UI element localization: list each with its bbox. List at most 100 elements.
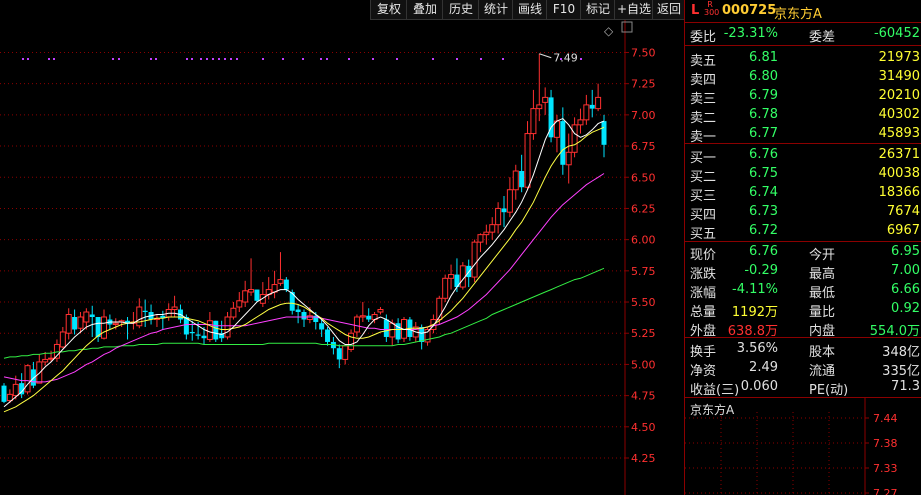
candle-body-up	[442, 277, 449, 299]
candle-body-up	[565, 151, 572, 166]
event-marker	[48, 58, 50, 60]
buy-row-2-val1: 6.75	[749, 166, 778, 181]
candle-body-up	[101, 316, 107, 339]
stat-row-4-val2: 554.0万	[869, 324, 920, 339]
candle-body-down	[19, 383, 25, 395]
event-marker	[348, 58, 350, 60]
candle-body-down	[589, 104, 595, 109]
r300-badge: R 300	[704, 0, 720, 17]
event-marker	[302, 58, 304, 60]
candle-body-up	[48, 357, 55, 360]
candle-body-down	[1, 385, 7, 402]
back-button[interactable]: 返回	[652, 0, 685, 20]
event-marker	[224, 58, 226, 60]
stat-row-4-val1: 638.8万	[727, 324, 778, 339]
candle-body-up	[471, 241, 478, 278]
buy-row-5-lab: 买五	[690, 227, 717, 242]
fin-row-2-val2: 71.3	[891, 379, 920, 394]
fuquan-button[interactable]: 复权	[370, 0, 407, 20]
statistics-button[interactable]: 统计	[478, 0, 513, 20]
ma10-line	[3, 126, 605, 413]
buy-row-4: 买四 6.73 7674	[685, 202, 921, 223]
candle-body-down	[601, 121, 607, 145]
f10-button[interactable]: F10	[546, 0, 581, 20]
stock-name: 京东方A	[774, 7, 822, 22]
candle-body-up	[242, 290, 249, 303]
mini-tick-label: 7.38	[873, 437, 898, 450]
mini-tick-label: 7.33	[873, 462, 898, 475]
fin-row-0-val1: 3.56%	[736, 341, 778, 356]
stat-row-4-lab: 外盘	[690, 324, 717, 339]
event-marker	[212, 58, 214, 60]
sell-row-1-lab: 卖一	[690, 130, 717, 145]
candle-body-down	[72, 317, 78, 330]
event-marker	[191, 58, 193, 60]
stat-row-1: 涨跌 -0.29 7.00 最高	[685, 261, 921, 282]
candle-body-up	[524, 133, 531, 188]
event-marker	[118, 58, 120, 60]
event-marker	[53, 58, 55, 60]
max-annotation-line	[539, 53, 552, 59]
candle-body-up	[506, 189, 513, 213]
sell-row-3-val2: 20210	[878, 88, 920, 103]
sell-row-3: 卖三 6.79 20210	[685, 86, 921, 107]
candle-body-down	[195, 334, 201, 336]
buy-row-5-val2: 6967	[886, 223, 920, 238]
mark-button[interactable]: 标记	[580, 0, 615, 20]
y-tick-label: 5.25	[631, 327, 656, 340]
event-marker	[320, 58, 322, 60]
buy-row-5-val1: 6.72	[749, 223, 778, 238]
candle-body-up	[577, 119, 584, 126]
buy-row-3: 买三 6.74 18366	[685, 183, 921, 204]
sell-row-1-val1: 6.77	[749, 126, 778, 141]
overlay-button[interactable]: 叠加	[406, 0, 443, 20]
scroll-thumb-icon[interactable]	[621, 21, 633, 33]
mini-chart[interactable]: 京东方A 7.44 7.38 7.33 7.27	[685, 398, 921, 495]
sell-row-4: 卖四 6.80 31490	[685, 67, 921, 88]
buy-row-3-val2: 18366	[878, 185, 920, 200]
mini-tick-label: 7.27	[873, 487, 898, 495]
add-favorite-button[interactable]: +自选	[614, 0, 653, 20]
stat-row-2: 涨幅 -4.11% 6.66 最低	[685, 280, 921, 301]
event-marker	[155, 58, 157, 60]
candle-body-up	[277, 279, 284, 284]
buy-row-4-val1: 6.73	[749, 204, 778, 219]
event-marker	[282, 58, 284, 60]
event-marker	[218, 58, 220, 60]
event-marker	[112, 58, 114, 60]
candle-body-up	[306, 315, 313, 320]
y-tick-label: 5.50	[631, 296, 656, 309]
moving-averages: 7.49	[3, 52, 605, 413]
mini-tick-label: 7.44	[873, 412, 898, 425]
expand-diamond-icon[interactable]: ◇	[604, 24, 614, 38]
candle-body-down	[89, 314, 95, 318]
fin-row-1: 净资 2.49 335亿 流通	[685, 358, 921, 379]
fin-row-2-lab: 收益(三)	[690, 383, 740, 398]
fin-row-2-lab2: PE(动)	[809, 383, 849, 398]
weicha-value: -60452	[873, 26, 920, 41]
candle-body-up	[495, 207, 502, 226]
candle-body-up	[77, 316, 84, 329]
history-button[interactable]: 历史	[442, 0, 479, 20]
y-tick-label: 7.50	[631, 46, 656, 59]
weibi-row: 委比 -23.31% 委差 -60452	[685, 24, 921, 45]
l-badge[interactable]: L	[691, 3, 699, 18]
candle-body-down	[501, 208, 507, 213]
stock-header: L R 300 000725 京东方A	[685, 0, 921, 23]
kline-chart[interactable]: 7.49 7.50 7.25 7.00 6.75 6.50 6.25 6.00 5.75 5.5…	[0, 20, 684, 495]
buy-row-2: 买二 6.75 40038	[685, 164, 921, 185]
candle-body-up	[542, 96, 549, 103]
candle-body-down	[283, 279, 289, 290]
candle-body-up	[489, 224, 496, 233]
draw-line-button[interactable]: 画线	[512, 0, 547, 20]
candle-body-down	[336, 348, 342, 360]
candle-body-up	[24, 365, 31, 393]
candle-body-down	[319, 323, 325, 330]
candle-body-up	[530, 108, 537, 135]
candle-body-up	[171, 306, 178, 311]
candle-body-down	[189, 331, 195, 334]
weibi-label: 委比	[690, 30, 717, 45]
candle-body-up	[477, 234, 484, 243]
event-marker	[456, 58, 458, 60]
sell-row-2-val1: 6.78	[749, 107, 778, 122]
